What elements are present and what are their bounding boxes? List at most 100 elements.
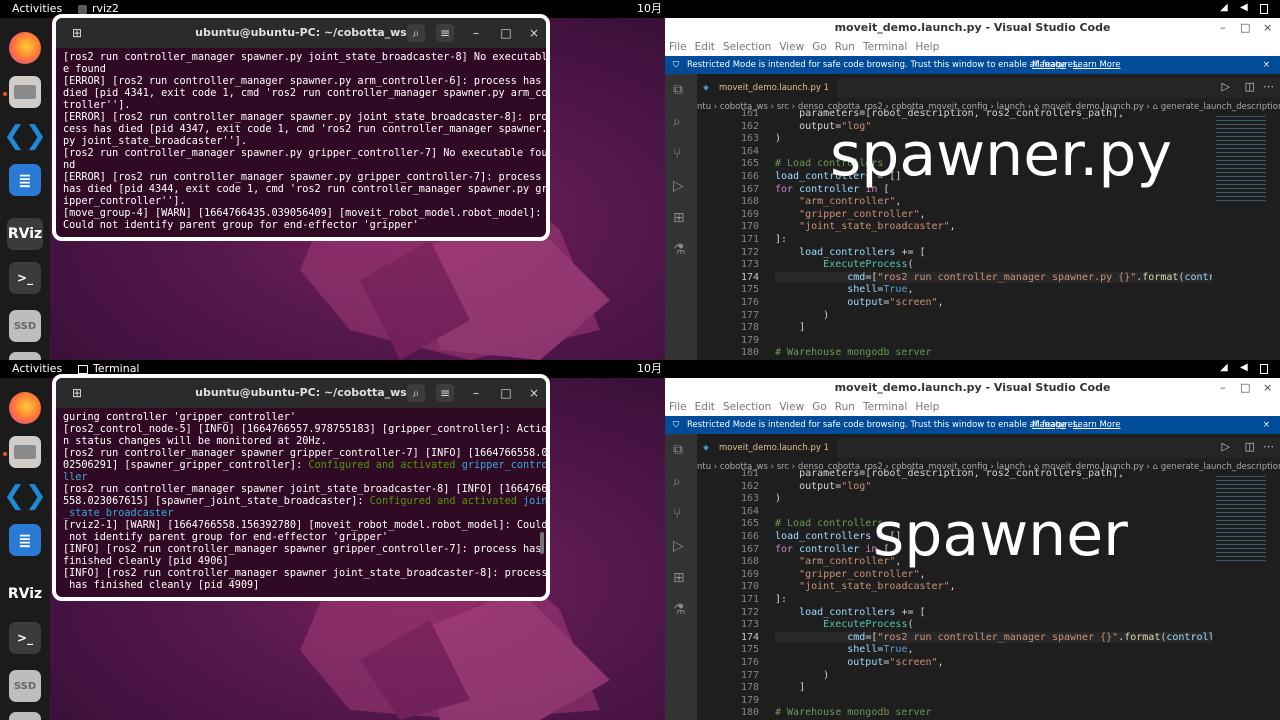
- menu-item-selection[interactable]: Selection: [723, 401, 771, 413]
- menu-item-terminal[interactable]: Terminal: [863, 401, 907, 413]
- minimap[interactable]: [1216, 474, 1266, 564]
- files-icon[interactable]: [9, 76, 41, 108]
- testing-icon[interactable]: ⚗: [673, 602, 686, 618]
- code-token: "arm_controller": [799, 196, 896, 208]
- tab-moveit-demo[interactable]: ⬥moveit_demo.launch.py 1 ×: [697, 438, 837, 473]
- menu-icon[interactable]: ≡: [436, 24, 454, 42]
- extensions-icon[interactable]: ⊞: [673, 210, 685, 226]
- activity-bar: ⧉ ⌕ ⑂ ▷ ⊞ ⚗: [665, 74, 697, 360]
- text-editor-icon[interactable]: ≣: [9, 524, 41, 556]
- terminal-output[interactable]: guring controller 'gripper_controller' [r…: [56, 408, 546, 597]
- menu-item-help[interactable]: Help: [915, 41, 939, 53]
- run-icon[interactable]: ▷: [1222, 80, 1230, 93]
- clock[interactable]: 10月 3 12:08: [637, 0, 665, 18]
- minimap[interactable]: [1216, 114, 1266, 204]
- search-icon[interactable]: ⌕: [407, 24, 425, 42]
- manage-link[interactable]: Manage: [1032, 56, 1066, 74]
- battery-icon[interactable]: [1260, 364, 1268, 374]
- menu-item-terminal[interactable]: Terminal: [863, 41, 907, 53]
- terminal-line: cess has died [pid 4347, exit code 1, cm…: [63, 124, 546, 136]
- menu-item-view[interactable]: View: [779, 401, 804, 413]
- split-editor-icon[interactable]: ◫: [1245, 440, 1255, 453]
- minimize-icon[interactable]: –: [1220, 378, 1226, 398]
- network-icon[interactable]: ◢: [1220, 2, 1228, 13]
- terminal-line: troller''].: [63, 100, 540, 112]
- menu-item-file[interactable]: File: [669, 401, 687, 413]
- terminal-text: cess has died [pid 4347, exit code 1, cm…: [63, 124, 546, 135]
- rviz-icon[interactable]: RViz: [7, 578, 43, 610]
- battery-icon[interactable]: [1260, 4, 1268, 14]
- run-icon[interactable]: ▷: [1222, 440, 1230, 453]
- code-line: output="log": [775, 481, 871, 492]
- terminal-window[interactable]: ⊞ ubuntu@ubuntu-PC: ~/cobotta_ws ⌕ ≡ – □…: [52, 14, 550, 241]
- split-editor-icon[interactable]: ◫: [1245, 80, 1255, 93]
- menu-item-edit[interactable]: Edit: [695, 41, 715, 53]
- minimize-icon[interactable]: –: [1220, 18, 1226, 38]
- firefox-icon[interactable]: [9, 32, 41, 64]
- maximize-icon[interactable]: □: [1240, 378, 1250, 398]
- minimize-icon[interactable]: –: [467, 384, 485, 402]
- manage-link[interactable]: Manage: [1032, 416, 1066, 434]
- search-icon[interactable]: ⌕: [673, 114, 681, 130]
- drive-icon[interactable]: [9, 352, 41, 360]
- menu-item-run[interactable]: Run: [835, 401, 855, 413]
- learn-more-link[interactable]: Learn More: [1073, 56, 1121, 74]
- run-debug-icon[interactable]: ▷: [673, 538, 684, 554]
- run-debug-icon[interactable]: ▷: [673, 178, 684, 194]
- minimize-icon[interactable]: –: [467, 24, 485, 42]
- close-icon[interactable]: ×: [525, 384, 543, 402]
- menu-item-selection[interactable]: Selection: [723, 41, 771, 53]
- menu-item-view[interactable]: View: [779, 41, 804, 53]
- menu-item-go[interactable]: Go: [812, 41, 827, 53]
- terminal-titlebar[interactable]: ⊞ ubuntu@ubuntu-PC: ~/cobotta_ws ⌕ ≡ – □…: [56, 18, 546, 48]
- terminal-icon[interactable]: >_: [9, 622, 41, 654]
- menu-item-edit[interactable]: Edit: [695, 401, 715, 413]
- more-actions-icon[interactable]: ⋯: [1263, 440, 1274, 453]
- maximize-icon[interactable]: □: [497, 24, 515, 42]
- volume-icon[interactable]: ◀: [1240, 2, 1248, 13]
- close-icon[interactable]: ×: [1263, 18, 1272, 38]
- text-editor-icon[interactable]: ≣: [9, 164, 41, 196]
- explorer-icon[interactable]: ⧉: [673, 442, 683, 458]
- testing-icon[interactable]: ⚗: [673, 242, 686, 258]
- close-banner-icon[interactable]: ×: [1263, 416, 1270, 434]
- menu-item-file[interactable]: File: [669, 41, 687, 53]
- maximize-icon[interactable]: □: [497, 384, 515, 402]
- explorer-icon[interactable]: ⧉: [673, 82, 683, 98]
- learn-more-link[interactable]: Learn More: [1073, 416, 1121, 434]
- terminal-window[interactable]: ⊞ ubuntu@ubuntu-PC: ~/cobotta_ws ⌕ ≡ – □…: [52, 374, 550, 601]
- menu-icon[interactable]: ≡: [436, 384, 454, 402]
- source-control-icon[interactable]: ⑂: [673, 506, 681, 522]
- line-number: 174: [740, 271, 759, 283]
- terminal-output[interactable]: [ros2 run controller_manager spawner.py …: [56, 48, 546, 237]
- close-icon[interactable]: ×: [1263, 378, 1272, 398]
- more-actions-icon[interactable]: ⋯: [1263, 80, 1274, 93]
- search-icon[interactable]: ⌕: [673, 474, 681, 490]
- clock[interactable]: 10月 3 12:09: [637, 360, 665, 378]
- firefox-icon[interactable]: [9, 392, 41, 424]
- terminal-text: [ros2 run controller_manager spawner.py …: [63, 52, 546, 63]
- rviz-icon[interactable]: RViz: [7, 218, 43, 250]
- menu-item-help[interactable]: Help: [915, 401, 939, 413]
- files-icon[interactable]: [9, 436, 41, 468]
- terminal-titlebar[interactable]: ⊞ ubuntu@ubuntu-PC: ~/cobotta_ws ⌕ ≡ – □…: [56, 378, 546, 408]
- maximize-icon[interactable]: □: [1240, 18, 1250, 38]
- ssd-drive-icon[interactable]: SSD: [9, 670, 41, 702]
- menu-item-go[interactable]: Go: [812, 401, 827, 413]
- drive-icon[interactable]: [9, 712, 41, 720]
- ssd-drive-icon[interactable]: SSD: [9, 310, 41, 342]
- network-icon[interactable]: ◢: [1220, 362, 1228, 373]
- close-icon[interactable]: ×: [525, 24, 543, 42]
- terminal-text: [ros2 run controller_manager spawner.py …: [63, 148, 546, 159]
- terminal-scrollbar[interactable]: [540, 532, 544, 554]
- search-icon[interactable]: ⌕: [407, 384, 425, 402]
- source-control-icon[interactable]: ⑂: [673, 146, 681, 162]
- vscode-icon[interactable]: ❮❯: [3, 120, 47, 152]
- tab-moveit-demo[interactable]: ⬥moveit_demo.launch.py 1 ×: [697, 78, 837, 113]
- terminal-icon[interactable]: >_: [9, 262, 41, 294]
- extensions-icon[interactable]: ⊞: [673, 570, 685, 586]
- vscode-icon[interactable]: ❮❯: [3, 480, 47, 512]
- close-banner-icon[interactable]: ×: [1263, 56, 1270, 74]
- menu-item-run[interactable]: Run: [835, 41, 855, 53]
- volume-icon[interactable]: ◀: [1240, 362, 1248, 373]
